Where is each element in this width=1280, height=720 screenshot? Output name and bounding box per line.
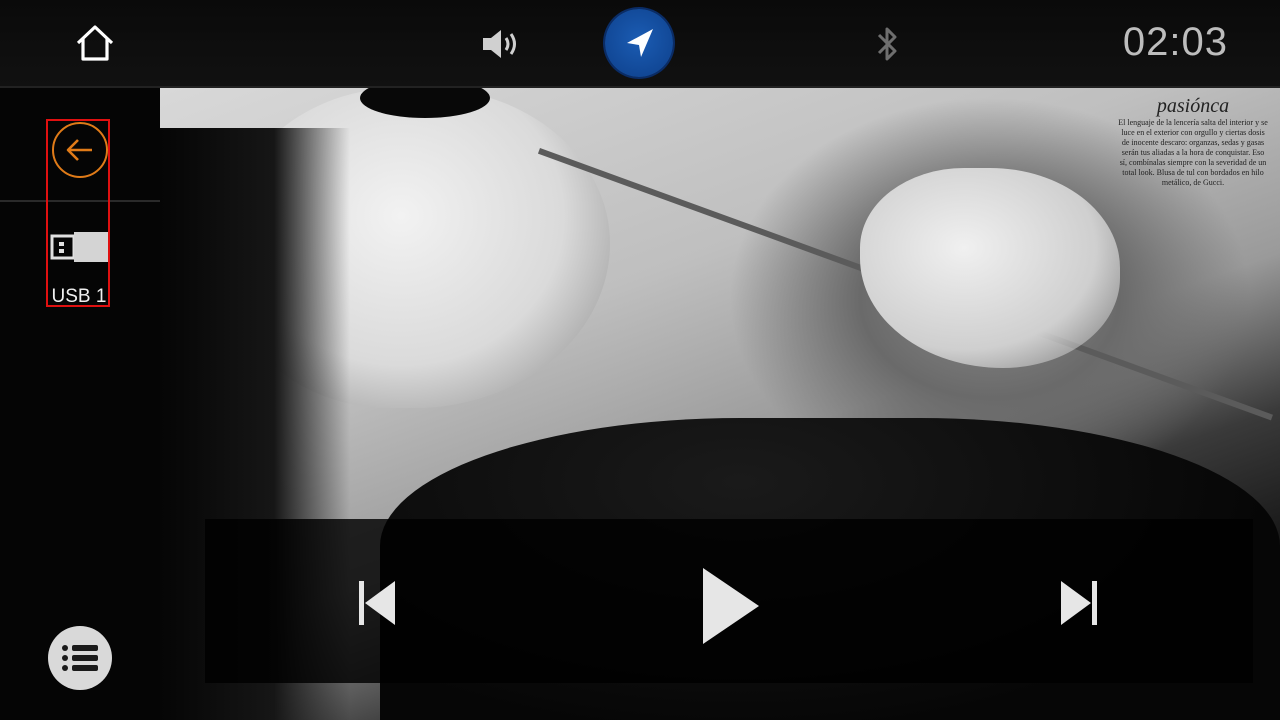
source-item-usb1[interactable]: USB 1 bbox=[46, 228, 112, 308]
playback-controls bbox=[205, 519, 1253, 683]
next-track-button[interactable] bbox=[1047, 571, 1111, 635]
usb-icon bbox=[50, 232, 108, 262]
source-sidebar: USB 1 bbox=[0, 88, 160, 720]
volume-button[interactable] bbox=[472, 14, 532, 74]
play-icon bbox=[703, 568, 759, 644]
back-arrow-icon bbox=[66, 139, 92, 161]
navigation-button[interactable] bbox=[605, 9, 673, 77]
artwork-paragraph: El lenguaje de la lencería salta del int… bbox=[1118, 118, 1268, 187]
clock: 02:03 bbox=[1122, 20, 1228, 64]
artwork-headline: pasiónca bbox=[1156, 95, 1230, 117]
artwork-magazine-text: pasiónca El lenguaje de la lencería salt… bbox=[1118, 96, 1268, 188]
home-button[interactable] bbox=[64, 12, 126, 74]
source-label: USB 1 bbox=[51, 286, 107, 307]
list-icon bbox=[62, 645, 98, 671]
volume-icon bbox=[483, 30, 516, 58]
bluetooth-icon bbox=[877, 27, 897, 61]
play-button[interactable] bbox=[689, 561, 769, 651]
navigation-arrow-icon bbox=[627, 29, 653, 57]
playlist-button[interactable] bbox=[48, 626, 112, 690]
artwork-hand bbox=[860, 168, 1120, 368]
top-status-bar: 02:03 bbox=[0, 0, 1280, 88]
previous-track-icon bbox=[359, 581, 395, 625]
home-icon bbox=[76, 25, 114, 61]
bluetooth-button[interactable] bbox=[858, 14, 918, 74]
next-track-icon bbox=[1061, 581, 1097, 625]
sidebar-divider bbox=[0, 200, 160, 202]
previous-track-button[interactable] bbox=[345, 571, 409, 635]
back-button[interactable] bbox=[52, 122, 108, 178]
